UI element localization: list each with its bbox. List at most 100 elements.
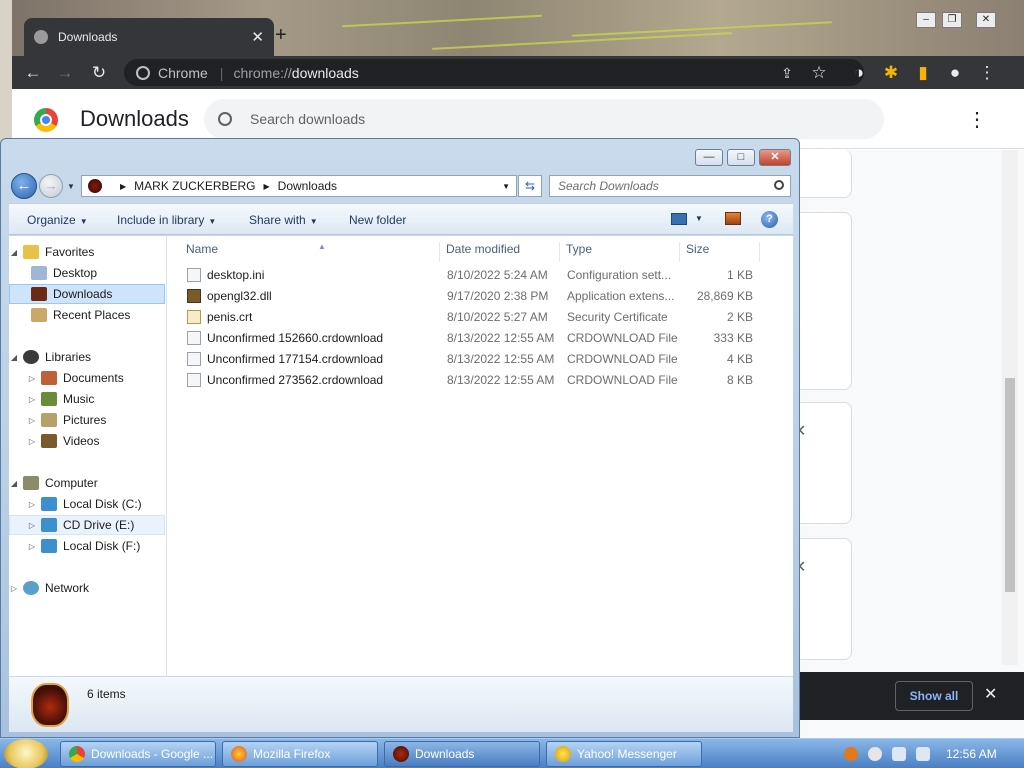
- file-row[interactable]: Unconfirmed 177154.crdownload 8/13/2022 …: [181, 349, 761, 370]
- task-yahoo-messenger[interactable]: Yahoo! Messenger: [546, 741, 702, 767]
- breadcrumb-arrow-icon[interactable]: ▶: [120, 182, 126, 191]
- account-avatar-icon[interactable]: ●: [944, 62, 966, 84]
- volume-icon[interactable]: [916, 747, 930, 761]
- nav-local-disk-c[interactable]: ▷ Local Disk (C:): [9, 494, 165, 514]
- expand-triangle-icon[interactable]: ◢: [9, 248, 19, 257]
- expand-triangle-icon[interactable]: ◢: [9, 479, 19, 488]
- address-bar[interactable]: ▶ MARK ZUCKERBERG ▶ Downloads ▼: [81, 175, 517, 197]
- share-with-button[interactable]: Share with ▼: [249, 213, 318, 227]
- nav-computer[interactable]: ◢ Computer: [9, 473, 165, 493]
- file-date: 8/13/2022 12:55 AM: [447, 331, 555, 345]
- breadcrumb-user[interactable]: MARK ZUCKERBERG: [134, 179, 255, 193]
- nav-label: Favorites: [45, 245, 95, 259]
- file-type: Configuration sett...: [567, 268, 672, 282]
- expand-triangle-icon[interactable]: ▷: [27, 395, 37, 404]
- address-dropdown-icon[interactable]: ▼: [502, 182, 510, 191]
- nav-favorites[interactable]: ◢ Favorites: [9, 242, 165, 262]
- shelf-close-icon[interactable]: ✕: [984, 684, 997, 704]
- preview-pane-icon[interactable]: [725, 212, 741, 225]
- nav-cd-drive-e[interactable]: ▷ CD Drive (E:): [9, 515, 165, 535]
- column-date-modified[interactable]: Date modified: [440, 242, 560, 262]
- file-row[interactable]: penis.crt 8/10/2022 5:27 AM Security Cer…: [181, 307, 761, 328]
- new-tab-button[interactable]: +: [275, 24, 287, 47]
- user-folder-icon: [88, 179, 102, 193]
- network-tray-icon[interactable]: [892, 747, 906, 761]
- nav-documents[interactable]: ▷ Documents: [9, 368, 165, 388]
- change-view-icon[interactable]: [671, 213, 687, 225]
- organize-button[interactable]: Organize ▼: [27, 213, 88, 227]
- nav-music[interactable]: ▷ Music: [9, 389, 165, 409]
- nav-label: Pictures: [63, 413, 107, 427]
- explorer-search-placeholder: Search Downloads: [558, 179, 659, 193]
- scrollbar-thumb[interactable]: [1005, 378, 1015, 592]
- task-explorer-downloads[interactable]: Downloads: [384, 741, 540, 767]
- nav-downloads[interactable]: Downloads: [9, 284, 165, 304]
- refresh-icon[interactable]: ⇆: [518, 175, 542, 197]
- share-icon[interactable]: ⇪: [776, 62, 798, 84]
- profile-flag-icon[interactable]: ◑: [848, 62, 870, 84]
- forward-button[interactable]: →: [39, 174, 63, 198]
- nav-local-disk-f[interactable]: ▷ Local Disk (F:): [9, 536, 165, 556]
- explorer-close-button[interactable]: ✕: [759, 149, 791, 166]
- search-tray-icon[interactable]: [844, 747, 858, 761]
- column-type[interactable]: Type: [560, 242, 680, 262]
- omnibox-scheme: chrome://: [233, 64, 292, 81]
- item-count: 6 items: [87, 687, 126, 701]
- expand-triangle-icon[interactable]: ▷: [27, 521, 37, 530]
- nav-libraries[interactable]: ◢ Libraries: [9, 347, 165, 367]
- breadcrumb-arrow-icon[interactable]: ▶: [264, 182, 270, 191]
- tab-downloads[interactable]: Downloads ✕: [24, 18, 274, 56]
- expand-triangle-icon[interactable]: ▷: [9, 584, 19, 593]
- reload-icon[interactable]: ↻: [88, 62, 110, 84]
- column-name[interactable]: Name ▲: [180, 242, 440, 262]
- tab-close-icon[interactable]: ✕: [251, 28, 264, 46]
- expand-triangle-icon[interactable]: ▷: [27, 542, 37, 551]
- show-all-button[interactable]: Show all: [895, 681, 973, 711]
- expand-triangle-icon[interactable]: ▷: [27, 374, 37, 383]
- breadcrumb-downloads[interactable]: Downloads: [278, 179, 337, 193]
- file-row[interactable]: opengl32.dll 9/17/2020 2:38 PM Applicati…: [181, 286, 761, 307]
- column-size[interactable]: Size: [680, 242, 760, 262]
- explorer-search-input[interactable]: Search Downloads: [549, 175, 791, 197]
- nav-label: Computer: [45, 476, 98, 490]
- start-button[interactable]: [4, 739, 48, 768]
- file-row[interactable]: Unconfirmed 273562.crdownload 8/13/2022 …: [181, 370, 761, 391]
- file-row[interactable]: desktop.ini 8/10/2022 5:24 AM Configurat…: [181, 265, 761, 286]
- explorer-maximize-button[interactable]: □: [727, 149, 755, 166]
- file-row[interactable]: Unconfirmed 152660.crdownload 8/13/2022 …: [181, 328, 761, 349]
- nav-network[interactable]: ▷ Network: [9, 578, 165, 598]
- help-icon[interactable]: ?: [761, 211, 778, 228]
- downloads-search-input[interactable]: Search downloads: [204, 99, 884, 139]
- clock[interactable]: 12:56 AM: [946, 747, 997, 761]
- back-arrow-icon[interactable]: ←: [22, 62, 44, 84]
- explorer-minimize-button[interactable]: —: [695, 149, 723, 166]
- new-folder-button[interactable]: New folder: [349, 213, 406, 227]
- chrome-restore-button[interactable]: ❐: [942, 12, 962, 28]
- include-in-library-button[interactable]: Include in library ▼: [117, 213, 216, 227]
- messenger-tray-icon[interactable]: [868, 747, 882, 761]
- nav-recent-places[interactable]: Recent Places: [9, 305, 165, 325]
- bookmark-star-icon[interactable]: ☆: [808, 62, 830, 84]
- chrome-close-button[interactable]: ✕: [976, 12, 996, 28]
- forward-arrow-icon[interactable]: →: [54, 62, 76, 84]
- more-actions-icon[interactable]: ⋮: [967, 107, 987, 132]
- side-panel-icon[interactable]: ▮: [912, 62, 934, 84]
- expand-triangle-icon[interactable]: ▷: [27, 500, 37, 509]
- recent-pages-chevron-icon[interactable]: ▼: [67, 182, 75, 191]
- expand-triangle-icon[interactable]: ▷: [27, 416, 37, 425]
- documents-icon: [41, 371, 57, 385]
- chrome-menu-icon[interactable]: ⋮: [976, 62, 998, 84]
- nav-desktop[interactable]: Desktop: [9, 263, 165, 283]
- nav-pictures[interactable]: ▷ Pictures: [9, 410, 165, 430]
- nav-videos[interactable]: ▷ Videos: [9, 431, 165, 451]
- extensions-puzzle-icon[interactable]: ✱: [880, 62, 902, 84]
- task-chrome-downloads[interactable]: Downloads - Google ...: [60, 741, 216, 767]
- back-button[interactable]: ←: [11, 173, 37, 199]
- chevron-down-icon[interactable]: ▼: [695, 214, 703, 223]
- omnibox[interactable]: Chrome | chrome:// downloads: [124, 59, 864, 86]
- task-firefox[interactable]: Mozilla Firefox: [222, 741, 378, 767]
- expand-triangle-icon[interactable]: ▷: [27, 437, 37, 446]
- page-scrollbar[interactable]: [1002, 150, 1018, 665]
- expand-triangle-icon[interactable]: ◢: [9, 353, 19, 362]
- chrome-minimize-button[interactable]: –: [916, 12, 936, 28]
